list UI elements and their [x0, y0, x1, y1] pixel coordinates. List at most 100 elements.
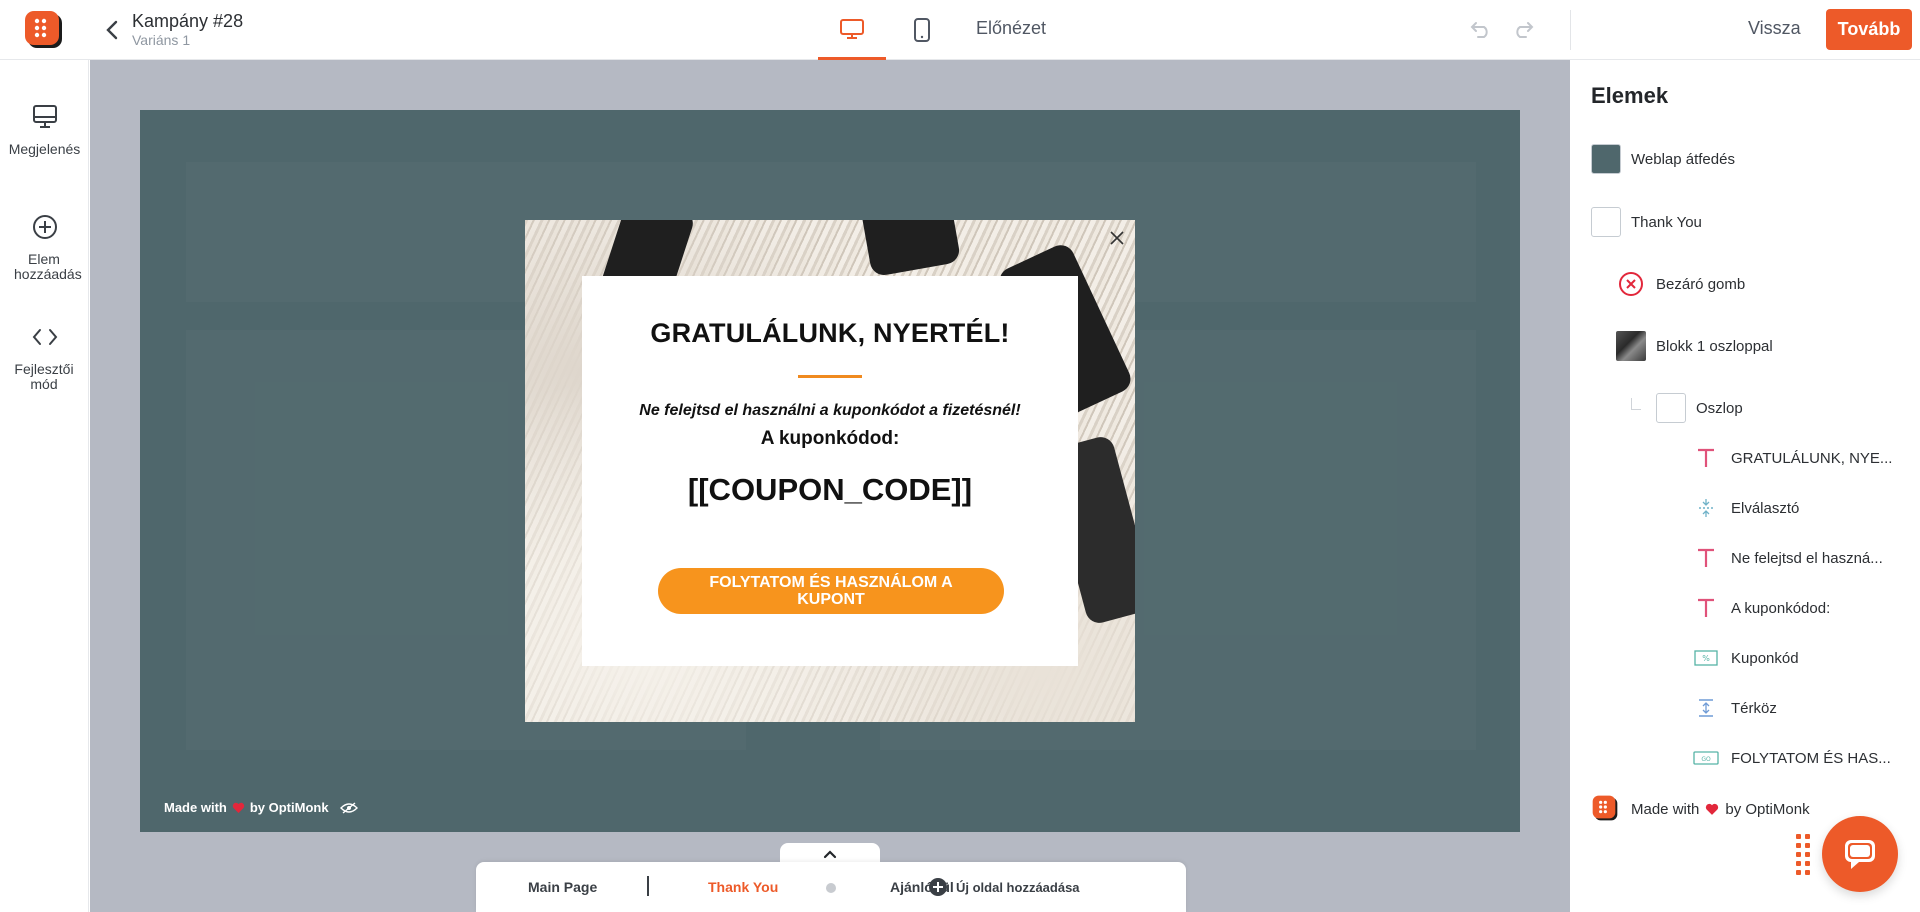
branding-made-with: Made with — [164, 800, 227, 815]
sidebar-item-add-element[interactable]: Elem hozzáadás — [0, 210, 89, 282]
layer-title-text[interactable]: GRATULÁLUNK, NYE... — [1691, 442, 1892, 474]
svg-text:%: % — [1702, 654, 1710, 663]
layer-block-one-column[interactable]: Blokk 1 oszloppal — [1616, 330, 1773, 362]
mobile-icon — [914, 18, 930, 42]
layer-divider[interactable]: Elválasztó — [1691, 492, 1799, 524]
svg-text:GO: GO — [1701, 756, 1711, 763]
mobile-view-button[interactable] — [888, 0, 956, 60]
popup-subtitle[interactable]: Ne felejtsd el használni a kuponkódot a … — [582, 402, 1078, 420]
layer-label: GRATULÁLUNK, NYE... — [1731, 449, 1893, 467]
redo-icon — [1516, 22, 1534, 38]
layer-label: Kuponkód — [1731, 649, 1799, 667]
elements-panel: Elemek Weblap átfedés Thank You Bezáró g… — [1571, 60, 1920, 912]
eye-hidden-icon[interactable] — [339, 801, 358, 814]
popup-title[interactable]: GRATULÁLUNK, NYERTÉL! — [582, 318, 1078, 349]
page-tabs-bar: Main Page Thank You Ajánló fül Új oldal … — [476, 862, 1186, 912]
image-thumb-icon — [1616, 331, 1646, 361]
layer-branding[interactable]: Made with by OptiMonk — [1591, 793, 1810, 825]
campaign-name: Kampány #28 — [132, 11, 244, 31]
text-icon — [1691, 443, 1721, 473]
layer-cta-button[interactable]: GO FOLYTATOM ÉS HAS... — [1691, 742, 1891, 774]
popup-divider[interactable] — [798, 375, 862, 378]
sidebar-item-label: Elem hozzáadás — [14, 251, 82, 282]
layer-label: Ne felejtsd el haszná... — [1731, 549, 1883, 567]
back-button[interactable]: Vissza — [1748, 18, 1801, 39]
heart-icon — [1706, 803, 1719, 815]
layer-subtitle-text[interactable]: Ne felejtsd el haszná... — [1691, 542, 1883, 574]
column-icon — [1656, 393, 1686, 423]
layer-label: Thank You — [1631, 213, 1702, 231]
left-sidebar: Megjelenés Elem hozzáadás Fejlesztői mód — [0, 60, 89, 912]
layer-label: Oszlop — [1696, 399, 1743, 417]
next-button[interactable]: Tovább — [1826, 9, 1912, 50]
top-bar: Kampány #28 Variáns 1 Előnézet Vissza To… — [0, 0, 1920, 60]
layer-label: A kuponkódod: — [1731, 599, 1831, 617]
layer-label: FOLYTATOM ÉS HAS... — [1731, 749, 1891, 767]
heart-icon — [232, 802, 245, 813]
layer-label: Blokk 1 oszloppal — [1656, 337, 1773, 355]
topbar-divider — [1570, 10, 1571, 50]
popup-content-box[interactable]: GRATULÁLUNK, NYERTÉL! Ne felejtsd el has… — [582, 276, 1078, 666]
coupon-label[interactable]: A kuponkódod: — [582, 428, 1078, 450]
layer-website-overlay[interactable]: Weblap átfedés — [1591, 143, 1735, 175]
desktop-icon — [840, 18, 864, 39]
code-icon — [0, 320, 89, 354]
optimonk-logo-icon[interactable] — [24, 10, 66, 52]
popup-close-button[interactable] — [1105, 226, 1129, 250]
popup-container[interactable]: GRATULÁLUNK, NYERTÉL! Ne felejtsd el has… — [525, 220, 1135, 722]
variant-name: Variáns 1 — [132, 32, 191, 48]
plus-circle-icon — [929, 878, 947, 896]
layer-close-button[interactable]: Bezáró gomb — [1616, 268, 1745, 300]
optimonk-branding[interactable]: Made with by OptiMonk — [164, 800, 358, 815]
button-icon: GO — [1691, 743, 1721, 773]
tab-separator — [647, 876, 649, 896]
undo-icon — [1470, 22, 1488, 38]
layer-label: Weblap átfedés — [1631, 150, 1735, 168]
branding-by: by OptiMonk — [249, 800, 329, 815]
sidebar-item-developer-mode[interactable]: Fejlesztői mód — [0, 320, 89, 392]
layer-coupon-label-text[interactable]: A kuponkódod: — [1691, 592, 1830, 624]
tab-main-page[interactable]: Main Page — [528, 879, 597, 895]
popup-cta-button[interactable]: FOLYTATOM ÉS HASZNÁLOM A KUPONT — [658, 568, 1004, 614]
editor-canvas: GRATULÁLUNK, NYERTÉL! Ne felejtsd el has… — [90, 60, 1570, 912]
preview-button[interactable]: Előnézet — [976, 18, 1046, 39]
monitor-icon — [0, 100, 89, 134]
sidebar-item-appearance[interactable]: Megjelenés — [0, 100, 89, 157]
layer-coupon-code[interactable]: % Kuponkód — [1691, 642, 1799, 674]
optimonk-logo-icon — [1591, 794, 1621, 824]
layer-label: Bezáró gomb — [1656, 275, 1746, 293]
tree-connector — [1631, 398, 1641, 410]
text-icon — [1691, 593, 1721, 623]
add-page-label: Új oldal hozzáadása — [956, 879, 1080, 895]
layer-label: Térköz — [1731, 699, 1777, 717]
divider-icon — [1691, 493, 1721, 523]
layer-label: Elválasztó — [1731, 499, 1800, 517]
chevron-up-icon — [823, 849, 837, 858]
undo-button[interactable] — [1468, 18, 1494, 42]
layer-column[interactable]: Oszlop — [1656, 392, 1743, 424]
desktop-view-button[interactable] — [818, 0, 886, 60]
background-decoration — [858, 220, 962, 278]
panel-title: Elemek — [1591, 83, 1669, 108]
tab-dot-separator — [826, 883, 836, 893]
coupon-code[interactable]: [[COUPON_CODE]] — [582, 472, 1078, 508]
tab-thank-you[interactable]: Thank You — [708, 879, 778, 895]
back-arrow-button[interactable] — [100, 16, 124, 44]
layer-spacer[interactable]: Térköz — [1691, 692, 1777, 724]
chat-icon — [1845, 840, 1875, 869]
campaign-info: Kampány #28 Variáns 1 — [132, 10, 243, 48]
chevron-left-icon — [106, 20, 118, 40]
website-overlay[interactable]: GRATULÁLUNK, NYERTÉL! Ne felejtsd el has… — [140, 110, 1520, 832]
layer-thank-you[interactable]: Thank You — [1591, 206, 1702, 238]
sidebar-item-label: Fejlesztői mód — [14, 361, 74, 392]
sidebar-item-label: Megjelenés — [8, 141, 81, 157]
chat-support-button[interactable] — [1822, 816, 1898, 892]
add-page-button[interactable]: Új oldal hozzáadása — [928, 877, 1080, 897]
spacer-icon — [1691, 693, 1721, 723]
layer-label-suffix: by OptiMonk — [1725, 800, 1810, 818]
drag-handle-icon[interactable] — [1796, 834, 1810, 876]
close-circle-icon — [1616, 269, 1646, 299]
redo-button[interactable] — [1510, 18, 1536, 42]
layer-label: Made with — [1631, 800, 1700, 818]
color-swatch-icon — [1591, 144, 1621, 174]
